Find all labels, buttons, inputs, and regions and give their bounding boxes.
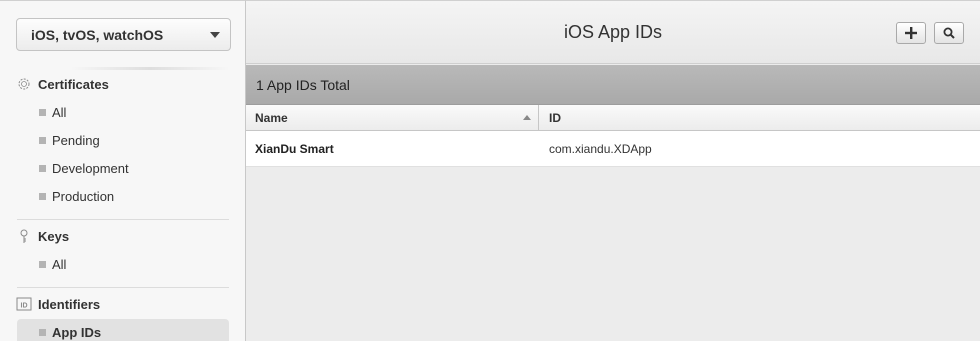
column-label: Name <box>255 110 288 125</box>
toolbar: iOS App IDs <box>246 0 980 64</box>
search-icon <box>943 27 955 39</box>
sidebar-item-label: Pending <box>52 132 100 148</box>
sidebar-item-keys-all[interactable]: All <box>17 252 229 276</box>
bullet-icon <box>39 260 46 268</box>
sort-ascending-icon <box>523 115 531 120</box>
id-icon: ID <box>16 296 32 312</box>
platform-select-value: iOS, tvOS, watchOS <box>31 26 164 43</box>
certificate-icon <box>16 76 32 92</box>
sidebar-item-label: Production <box>52 188 115 204</box>
bullet-icon <box>39 136 46 144</box>
bullet-icon <box>39 164 46 172</box>
sidebar-item-label: All <box>52 256 67 272</box>
section-title: Certificates <box>38 76 109 92</box>
section-title: Identifiers <box>38 296 101 312</box>
sidebar: iOS, tvOS, watchOS Certificates All Pend… <box>0 0 246 341</box>
sidebar-item-pending[interactable]: Pending <box>17 128 229 152</box>
key-icon <box>16 228 32 244</box>
sidebar-item-label: Development <box>52 160 129 176</box>
chevron-down-icon <box>210 32 220 38</box>
column-header-name[interactable]: Name <box>246 105 539 130</box>
section-keys: Keys <box>16 228 69 244</box>
bullet-icon <box>39 108 46 116</box>
select-shadow <box>70 67 230 70</box>
add-button[interactable] <box>896 22 926 44</box>
id-badge-text: ID <box>21 303 28 310</box>
bullet-icon <box>39 328 46 336</box>
app-id-cell: com.xiandu.XDApp <box>549 141 652 156</box>
column-label: ID <box>549 110 561 125</box>
platform-select[interactable]: iOS, tvOS, watchOS <box>16 18 231 51</box>
plus-icon <box>905 27 917 39</box>
sidebar-item-label: App IDs <box>52 324 102 340</box>
sidebar-item-label: All <box>52 104 67 120</box>
section-title: Keys <box>38 228 70 244</box>
bullet-icon <box>39 192 46 200</box>
column-header-id[interactable]: ID <box>540 105 980 130</box>
page-title: iOS App IDs <box>563 22 663 42</box>
sidebar-item-development[interactable]: Development <box>17 156 229 180</box>
sidebar-item-certificates-all[interactable]: All <box>17 100 229 124</box>
main-panel: iOS App IDs 1 App IDs Total Name ID Xian… <box>246 0 980 341</box>
app-name-cell: XianDu Smart <box>255 141 334 156</box>
table-header: Name ID <box>246 105 980 131</box>
sidebar-item-production[interactable]: Production <box>17 184 229 208</box>
sidebar-item-app-ids[interactable]: App IDs <box>17 319 229 341</box>
table-row[interactable]: XianDu Smart com.xiandu.XDApp <box>246 131 980 167</box>
divider <box>17 219 229 220</box>
count-bar: 1 App IDs Total <box>246 65 980 105</box>
search-button[interactable] <box>934 22 964 44</box>
section-certificates: Certificates <box>16 76 109 92</box>
total-count: 1 App IDs Total <box>256 76 350 93</box>
section-identifiers: ID Identifiers <box>16 296 100 312</box>
divider <box>17 287 229 288</box>
